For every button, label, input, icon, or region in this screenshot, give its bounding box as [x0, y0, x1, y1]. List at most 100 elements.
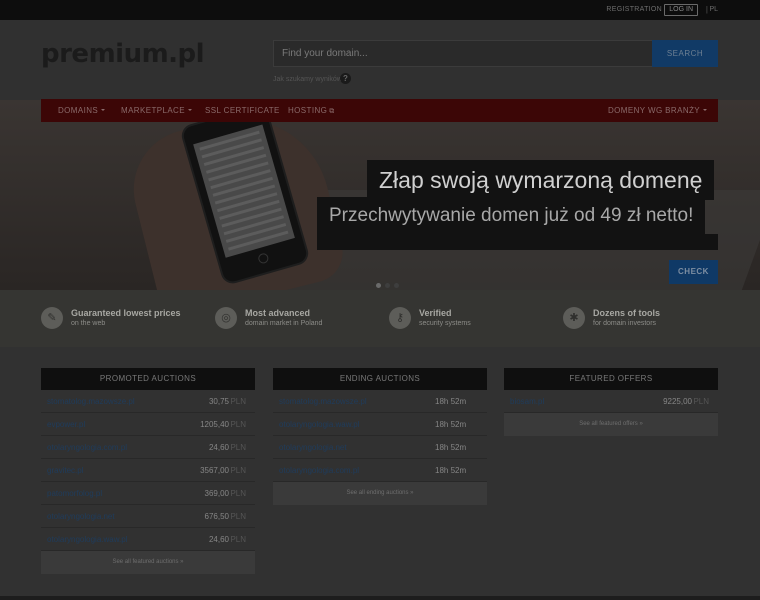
key-icon: ⚷	[389, 307, 411, 329]
see-all-offers-link[interactable]: See all featured offers »	[504, 413, 718, 436]
tools-icon: ✱	[563, 307, 585, 329]
caret-down-icon	[187, 109, 192, 111]
globe-icon: ◎	[215, 307, 237, 329]
price: 24,60	[208, 443, 229, 452]
domain-link[interactable]: evpower.pl	[47, 420, 85, 429]
slider-dot[interactable]	[385, 283, 390, 288]
price: 369,00	[204, 489, 229, 498]
panel-title: FEATURED OFFERS	[504, 368, 718, 390]
table-row: gravitec.pl 3567,00 PLN	[41, 459, 255, 482]
domain-link[interactable]: otolaryngologia.net	[279, 443, 347, 452]
nav-domains[interactable]: DOMAINS	[58, 99, 106, 122]
bottom-border	[0, 596, 760, 600]
auctions-section: PROMOTED AUCTIONS stomatolog.mazowsze.pl…	[0, 347, 760, 600]
table-row: otolaryngologia.waw.pl 24,60 PLN	[41, 528, 255, 551]
currency: PLN	[230, 397, 246, 406]
price: 676,50	[204, 512, 229, 521]
price: 30,75	[208, 397, 229, 406]
check-button[interactable]: CHECK	[669, 260, 718, 284]
feature-title: Verified	[419, 308, 452, 318]
table-row: biosam.pl 9225,00 PLN	[504, 390, 718, 413]
domain-link[interactable]: otolaryngologia.com.pl	[279, 466, 359, 475]
main-nav: DOMAINS MARKETPLACE SSL CERTIFICATE HOST…	[41, 99, 718, 122]
registration-link[interactable]: REGISTRATION	[606, 6, 662, 13]
tag-icon: ✎	[41, 307, 63, 329]
slider-dot[interactable]	[394, 283, 399, 288]
table-row: otolaryngologia.net 18h 52m	[273, 436, 487, 459]
topbar-separator: |	[705, 5, 708, 14]
header: premium.pl Find your domain... SEARCH Ja…	[0, 20, 760, 100]
nav-domains-label: DOMAINS	[58, 106, 99, 115]
domain-link[interactable]: gravitec.pl	[47, 466, 83, 475]
currency: PLN	[230, 535, 246, 544]
nav-marketplace-label: MARKETPLACE	[121, 106, 185, 115]
currency: PLN	[230, 512, 246, 521]
table-row: evpower.pl 1205,40 PLN	[41, 413, 255, 436]
nav-ssl[interactable]: SSL CERTIFICATE	[205, 99, 280, 122]
table-row: stomatolog.mazowsze.pl 30,75 PLN	[41, 390, 255, 413]
search-input[interactable]: Find your domain...	[273, 40, 653, 67]
domain-link[interactable]: stomatolog.mazowsze.pl	[279, 397, 367, 406]
slider-dot[interactable]	[376, 283, 381, 288]
price: 1205,40	[200, 420, 229, 429]
panel-title: ENDING AUCTIONS	[273, 368, 487, 390]
currency: PLN	[230, 420, 246, 429]
see-all-ending-link[interactable]: See all ending auctions »	[273, 482, 487, 505]
feature-subtitle: for domain investors	[593, 320, 657, 327]
currency: PLN	[230, 466, 246, 475]
search-hint[interactable]: Jak szukamy wyników?	[273, 76, 346, 83]
slide-subtitle: Przechwytywanie domen już od 49 zł netto…	[317, 197, 706, 234]
table-row: otolaryngologia.com.pl 18h 52m	[273, 459, 487, 482]
currency: PLN	[230, 443, 246, 452]
domain-link[interactable]: biosam.pl	[510, 397, 544, 406]
search-button[interactable]: SEARCH	[652, 40, 718, 67]
feature-subtitle: on the web	[71, 320, 106, 327]
nav-branches[interactable]: DOMENY WG BRANŻY	[608, 99, 708, 122]
time-left: 18h 52m	[435, 443, 467, 452]
domain-link[interactable]: stomatolog.mazowsze.pl	[47, 397, 135, 406]
features-strip: ✎ Guaranteed lowest prices on the web ◎ …	[0, 290, 760, 347]
top-bar: REGISTRATION LOG IN | PL	[0, 0, 760, 20]
domain-link[interactable]: otolaryngologia.net	[47, 512, 115, 521]
domain-link[interactable]: otolaryngologia.waw.pl	[47, 535, 128, 544]
logo-text: premium.pl	[41, 39, 205, 69]
promoted-auctions-panel: PROMOTED AUCTIONS stomatolog.mazowsze.pl…	[41, 368, 255, 574]
nav-marketplace[interactable]: MARKETPLACE	[121, 99, 192, 122]
table-row: patomorfolog.pl 369,00 PLN	[41, 482, 255, 505]
currency: PLN	[230, 489, 246, 498]
time-left: 18h 52m	[435, 420, 467, 429]
feature-title: Dozens of tools	[593, 308, 660, 318]
table-row: otolaryngologia.net 676,50 PLN	[41, 505, 255, 528]
login-button[interactable]: LOG IN	[664, 4, 698, 16]
featured-offers-panel: FEATURED OFFERS biosam.pl 9225,00 PLN See …	[504, 368, 718, 436]
feature-subtitle: domain market in Poland	[245, 320, 323, 327]
price: 3567,00	[200, 466, 229, 475]
nav-hosting[interactable]: HOSTING ⧉	[288, 99, 335, 122]
feature-subtitle: security systems	[419, 320, 471, 327]
time-left: 18h 52m	[435, 466, 467, 475]
table-row: otolaryngologia.waw.pl 18h 52m	[273, 413, 487, 436]
domain-link[interactable]: otolaryngologia.waw.pl	[279, 420, 360, 429]
see-all-auctions-link[interactable]: See all featured auctions »	[41, 551, 255, 574]
domain-link[interactable]: patomorfolog.pl	[47, 489, 102, 498]
domain-link[interactable]: otolaryngologia.com.pl	[47, 443, 127, 452]
caret-down-icon	[101, 109, 106, 111]
table-row: stomatolog.mazowsze.pl 18h 52m	[273, 390, 487, 413]
language-switch[interactable]: PL	[709, 6, 718, 13]
external-link-icon: ⧉	[329, 108, 335, 115]
site-logo[interactable]: premium.pl	[41, 39, 205, 69]
time-left: 18h 52m	[435, 397, 467, 406]
price: 24,60	[208, 535, 229, 544]
price: 9225,00	[663, 397, 692, 406]
help-icon[interactable]: ?	[340, 73, 351, 84]
phone-home-button	[257, 252, 270, 265]
panel-title: PROMOTED AUCTIONS	[41, 368, 255, 390]
currency: PLN	[693, 397, 709, 406]
table-row: otolaryngologia.com.pl 24,60 PLN	[41, 436, 255, 459]
feature-title: Guaranteed lowest prices	[71, 308, 181, 318]
slide-title: Złap swoją wymarzoną domenę	[367, 160, 715, 200]
caret-down-icon	[703, 109, 708, 111]
ending-auctions-panel: ENDING AUCTIONS stomatolog.mazowsze.pl 18…	[273, 368, 487, 505]
slide-caption-box	[317, 234, 718, 250]
feature-title: Most advanced	[245, 308, 311, 318]
